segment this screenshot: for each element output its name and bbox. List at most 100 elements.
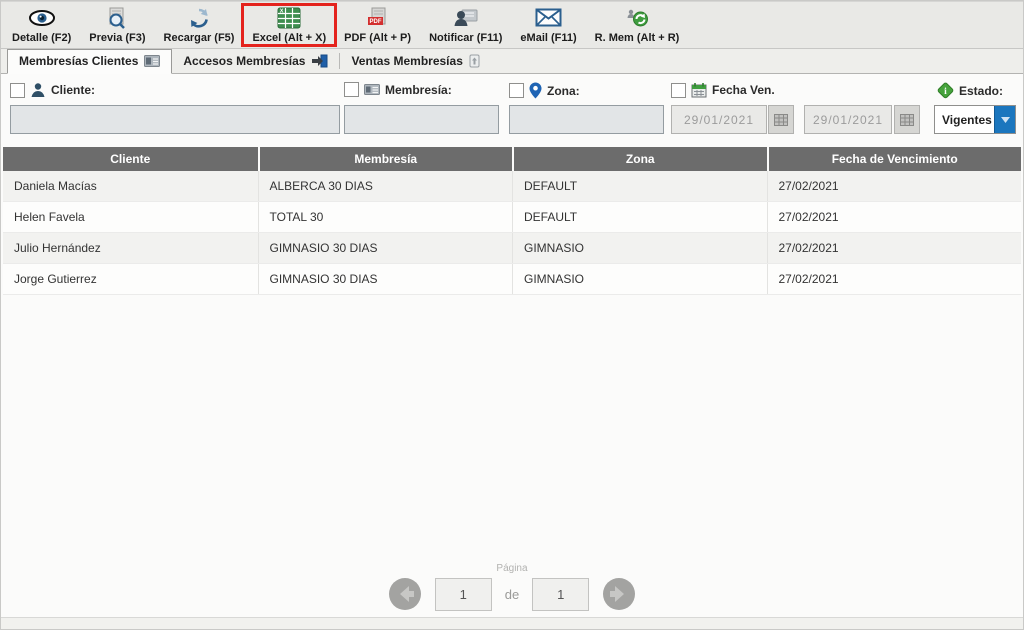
- renew-membership-icon: [624, 7, 650, 29]
- chevron-down-icon: [1000, 116, 1010, 123]
- page-separator-label: de: [504, 586, 520, 602]
- tab-membresias-clientes[interactable]: Membresías Clientes: [7, 49, 173, 74]
- id-card-icon: [144, 55, 161, 67]
- preview-icon: [107, 7, 127, 29]
- recargar-label: Recargar (F5): [163, 31, 235, 44]
- fecha-hasta-calendar-button[interactable]: [894, 105, 920, 134]
- cell-fecha: 27/02/2021: [766, 233, 1022, 263]
- info-icon: i: [937, 82, 954, 99]
- pagination-title: Página: [496, 563, 528, 574]
- previa-label: Previa (F3): [89, 31, 146, 44]
- excel-icon: X: [277, 7, 301, 29]
- cell-cliente: Daniela Macías: [14, 179, 97, 193]
- table-header-row: Cliente Membresía Zona Fecha de Vencimie…: [3, 147, 1021, 171]
- calendar-grid-icon: [774, 113, 788, 126]
- column-header-zona[interactable]: Zona: [512, 147, 767, 171]
- cell-membresia: TOTAL 30: [257, 202, 513, 232]
- estado-dropdown-value: Vigentes: [942, 112, 992, 127]
- table-row[interactable]: Julio Hernández GIMNASIO 30 DIAS GIMNASI…: [3, 233, 1021, 264]
- detalle-label: Detalle (F2): [12, 31, 72, 44]
- membresia-filter-label: Membresía:: [385, 82, 452, 97]
- calendar-grid-icon: [900, 113, 914, 126]
- notificar-label: Notificar (F11): [429, 31, 503, 44]
- column-header-cliente[interactable]: Cliente: [3, 147, 258, 171]
- fecha-desde-calendar-button[interactable]: [768, 105, 794, 134]
- cliente-input[interactable]: [10, 105, 340, 134]
- recargar-button[interactable]: Recargar (F5): [155, 2, 244, 48]
- tab-accesos-membresias[interactable]: Accesos Membresías: [172, 50, 339, 73]
- total-pages-input[interactable]: [532, 577, 590, 611]
- cell-cliente: Helen Favela: [14, 210, 85, 224]
- toolbar: Detalle (F2) Previa (F3) Recargar (F5) X…: [1, 1, 1023, 49]
- zona-filter-checkbox[interactable]: [509, 83, 524, 98]
- cell-membresia: GIMNASIO 30 DIAS: [257, 264, 513, 294]
- excel-button[interactable]: X Excel (Alt + X): [241, 2, 338, 48]
- tab-ventas-membresias-label: Ventas Membresías: [351, 54, 463, 68]
- estado-filter-label: Estado:: [959, 83, 1004, 98]
- filter-panel: Cliente: Membresía: Zona: Fecha Ven. 29/…: [1, 75, 1023, 147]
- cell-fecha: 27/02/2021: [766, 202, 1022, 232]
- pagination: Página de: [1, 563, 1023, 611]
- footer-strip: [1, 617, 1023, 629]
- tab-bar: Membresías Clientes Accesos Membresías V…: [1, 49, 1023, 74]
- excel-label: Excel (Alt + X): [252, 31, 327, 44]
- svg-text:X: X: [280, 8, 284, 14]
- sales-icon: [469, 54, 480, 68]
- email-icon: [535, 7, 562, 29]
- pdf-label: PDF (Alt + P): [344, 31, 412, 44]
- fecha-desde-input[interactable]: [671, 105, 767, 134]
- refresh-icon: [188, 7, 210, 29]
- membership-table: Cliente Membresía Zona Fecha de Vencimie…: [3, 147, 1021, 295]
- eye-icon: [28, 7, 56, 29]
- cliente-filter-checkbox[interactable]: [10, 82, 25, 98]
- table-row[interactable]: Daniela Macías ALBERCA 30 DIAS DEFAULT 2…: [3, 171, 1021, 202]
- email-label: eMail (F11): [520, 31, 577, 44]
- cell-fecha: 27/02/2021: [766, 264, 1022, 294]
- table-row[interactable]: Helen Favela TOTAL 30 DEFAULT 27/02/2021: [3, 202, 1021, 233]
- cell-membresia: ALBERCA 30 DIAS: [257, 171, 513, 201]
- id-card-icon: [364, 84, 380, 95]
- tab-membresias-clientes-label: Membresías Clientes: [19, 54, 139, 68]
- table-row[interactable]: Jorge Gutierrez GIMNASIO 30 DIAS GIMNASI…: [3, 264, 1021, 295]
- svg-text:i: i: [944, 87, 947, 97]
- door-entry-icon: [312, 54, 328, 68]
- notify-icon: [453, 7, 479, 29]
- renew-membership-label: R. Mem (Alt + R): [594, 31, 680, 44]
- cell-fecha: 27/02/2021: [766, 171, 1022, 201]
- table-body: Daniela Macías ALBERCA 30 DIAS DEFAULT 2…: [3, 171, 1021, 295]
- membresia-input[interactable]: [344, 105, 499, 134]
- cell-cliente: Jorge Gutierrez: [14, 272, 97, 286]
- person-icon: [31, 83, 45, 97]
- tab-ventas-membresias[interactable]: Ventas Membresías: [340, 50, 490, 73]
- cell-cliente: Julio Hernández: [14, 241, 101, 255]
- map-pin-icon: [529, 82, 542, 99]
- membresia-filter-checkbox[interactable]: [344, 82, 359, 97]
- next-page-button[interactable]: [602, 577, 636, 611]
- estado-dropdown[interactable]: Vigentes: [934, 105, 1016, 134]
- cell-zona: GIMNASIO: [512, 233, 767, 263]
- fecha-hasta-input[interactable]: [804, 105, 892, 134]
- column-header-fecha[interactable]: Fecha de Vencimiento: [766, 147, 1022, 171]
- previous-page-button[interactable]: [388, 577, 422, 611]
- svg-text:PDF: PDF: [369, 19, 381, 25]
- zona-filter-label: Zona:: [547, 83, 580, 98]
- notificar-button[interactable]: Notificar (F11): [420, 2, 511, 48]
- cell-membresia: GIMNASIO 30 DIAS: [257, 233, 513, 263]
- fecha-filter-label: Fecha Ven.: [712, 83, 775, 97]
- renew-membership-button[interactable]: R. Mem (Alt + R): [586, 2, 689, 48]
- cell-zona: GIMNASIO: [512, 264, 767, 294]
- zona-input[interactable]: [509, 105, 664, 134]
- previa-button[interactable]: Previa (F3): [80, 2, 154, 48]
- current-page-input[interactable]: [434, 577, 492, 611]
- cliente-filter-label: Cliente:: [51, 83, 96, 97]
- tab-accesos-membresias-label: Accesos Membresías: [183, 54, 306, 68]
- calendar-icon: [691, 83, 707, 98]
- pdf-button[interactable]: PDF PDF (Alt + P): [335, 2, 420, 48]
- detalle-button[interactable]: Detalle (F2): [3, 2, 80, 48]
- email-button[interactable]: eMail (F11): [511, 2, 585, 48]
- fecha-filter-checkbox[interactable]: [671, 82, 686, 98]
- estado-dropdown-button[interactable]: [994, 106, 1015, 133]
- cell-zona: DEFAULT: [512, 202, 767, 232]
- column-header-membresia[interactable]: Membresía: [257, 147, 513, 171]
- pdf-icon: PDF: [367, 7, 389, 29]
